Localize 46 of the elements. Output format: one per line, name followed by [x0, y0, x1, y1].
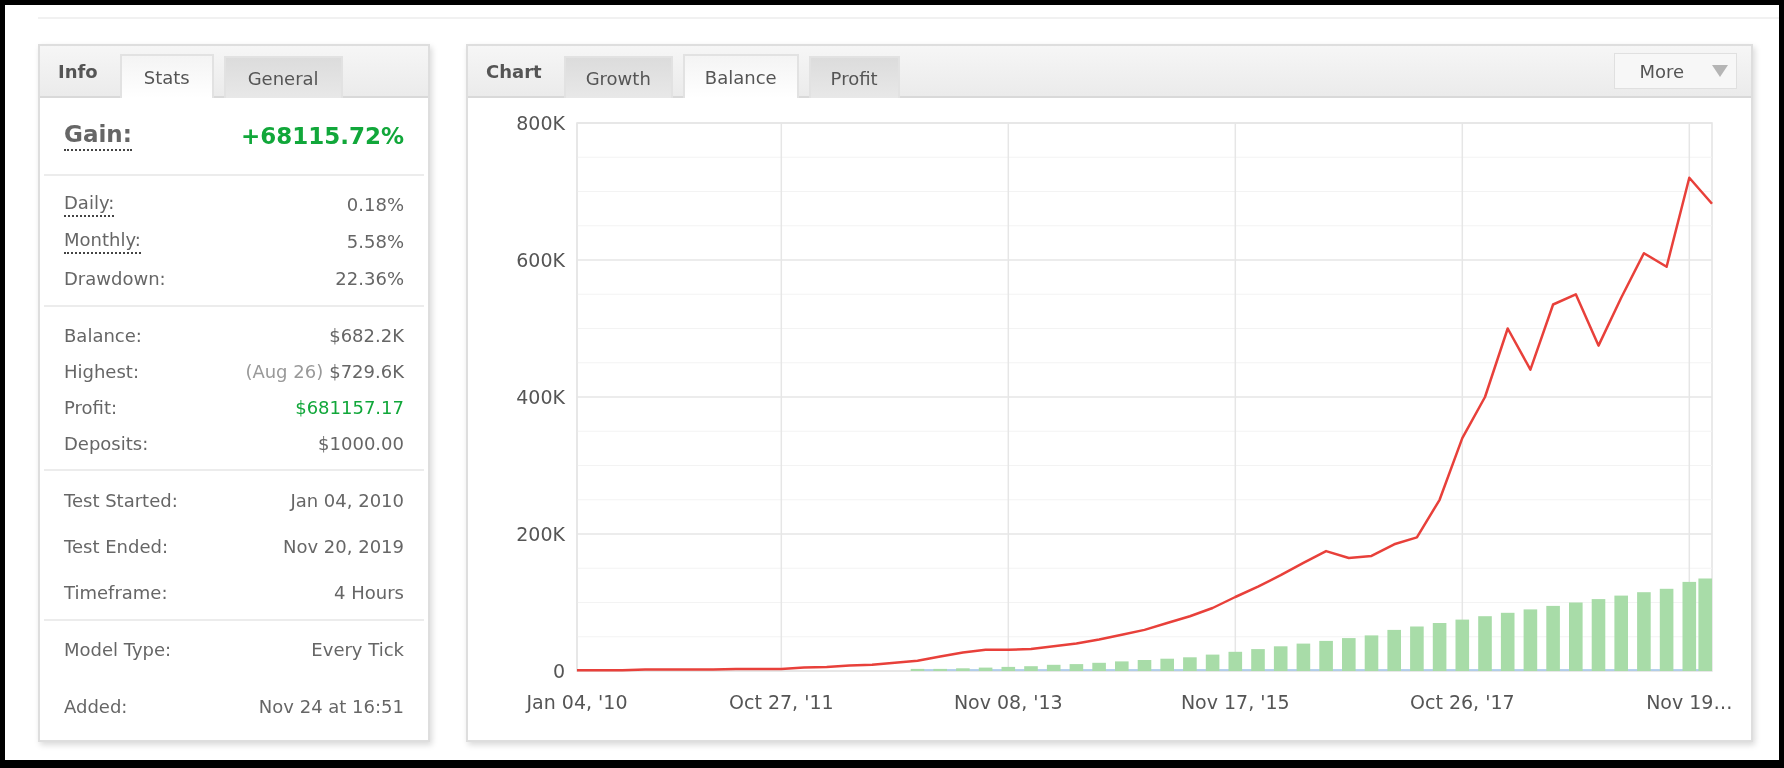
stat-label: Highest: [64, 360, 139, 382]
tab[interactable]: Profit [808, 56, 900, 98]
stat-label: Test Ended: [64, 535, 168, 557]
tab[interactable]: Balance [682, 54, 799, 98]
tab[interactable]: General [223, 56, 343, 98]
gain-label: Gain: [64, 121, 132, 151]
stat-value: Nov 24 at 16:51 [258, 696, 404, 717]
y-axis-label: 400K [516, 386, 565, 408]
stat-value: $729.6K [329, 360, 404, 382]
date-note: (Aug 26) [245, 360, 324, 382]
stat-value: $682.2K [329, 324, 404, 346]
tab[interactable]: Growth [563, 56, 673, 98]
x-axis-label: Nov 17, '15 [1180, 691, 1290, 713]
stat-label: Timeframe: [64, 581, 168, 603]
stat-label: Daily: [64, 192, 115, 217]
stat-label: Monthly: [64, 229, 141, 254]
stat-value: Every Tick [311, 639, 404, 660]
stat-value: Nov 20, 2019 [283, 535, 404, 557]
y-axis-label: 600K [516, 249, 565, 271]
x-axis-label: Nov 19… [1646, 691, 1733, 713]
stat-value: $681157.17 [295, 396, 404, 418]
x-axis-label: Jan 04, '10 [526, 691, 628, 713]
stat-value: $1000.00 [318, 432, 404, 454]
stat-value: 5.58% [346, 231, 404, 252]
stat-label: Profit: [64, 396, 117, 418]
x-axis-label: Oct 26, '17 [1410, 691, 1515, 713]
y-axis-label: 800K [516, 112, 565, 134]
gain-value: +68115.72% [240, 123, 404, 149]
x-axis-label: Oct 27, '11 [729, 691, 834, 713]
stat-value: 22.36% [335, 268, 404, 289]
stat-label: Added: [64, 696, 128, 717]
stat-value: 0.18% [346, 194, 404, 215]
y-axis-label: 0 [552, 660, 565, 682]
x-axis-label: Nov 08, '13 [953, 691, 1063, 713]
panel-title: Chart [485, 60, 543, 82]
stat-value: 4 Hours [334, 581, 404, 603]
stat-label: Deposits: [64, 432, 149, 454]
stat-label: Model Type: [64, 639, 172, 660]
stat-label: Balance: [64, 324, 142, 346]
stat-label: Test Started: [64, 489, 178, 511]
more-dropdown[interactable]: More [1614, 53, 1737, 89]
stat-value: Jan 04, 2010 [290, 489, 404, 511]
y-axis-label: 200K [516, 523, 565, 545]
stat-label: Drawdown: [64, 268, 166, 289]
panel-title: Info [57, 60, 99, 82]
tab[interactable]: Stats [119, 54, 214, 98]
